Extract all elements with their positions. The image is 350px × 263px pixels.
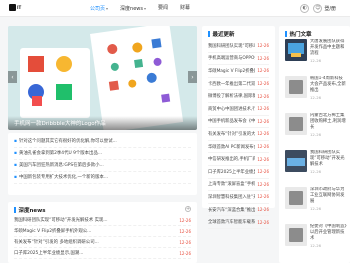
nav-item[interactable]: 公司页▾ (90, 0, 108, 17)
deep-news-row[interactable]: 有关发布“针对”引发的 多地组织调研公司... 12-26 (14, 237, 191, 248)
theme-icon[interactable]: ◐ (300, 4, 310, 13)
deep-news-title: 深度news (14, 206, 46, 214)
deep-news-row[interactable]: 华硕Magic V Flip2折叠屏手机外观公... 12-26 (14, 226, 191, 237)
prev-arrow-icon[interactable]: ‹ (8, 71, 17, 83)
news-row[interactable]: 华硕Magic V Flip2折叠屏手机出现多...12-26 (208, 65, 269, 78)
bullet-icon: ▪ (14, 151, 17, 156)
recent-updates-title: 最近更新 (208, 30, 235, 38)
list-item[interactable]: ▪ 中国新包装专用扩大技术优化,一个新的版本... (14, 172, 191, 184)
news-row[interactable]: 有关发布“针对”引发的大方向科研与技术...12-26 (208, 128, 269, 141)
news-row[interactable]: 手机高端运营商与OPPO打起来,5%的结...12-26 (208, 53, 269, 66)
logo-mark (9, 4, 16, 11)
deep-news-row[interactable]: 我国科研团队实现“可移动”开发光解技术 实现... 12-26 (14, 215, 191, 226)
news-row[interactable]: 深圳智慧科技集团入驻“开发平台”已全...12-26 (208, 191, 269, 204)
next-arrow-icon[interactable]: › (188, 71, 197, 83)
news-row[interactable]: 华硕首款AI PC新闻发布会,全新处理器...12-26 (208, 141, 269, 154)
hot-article[interactable]: 我国科研团队实现“可移动”开发光解技术 12-26 (285, 150, 347, 181)
login-link[interactable]: 登/册 (324, 5, 336, 12)
expand-icon[interactable]: + (185, 206, 191, 212)
bullet-icon: ▪ (14, 163, 17, 168)
list-item[interactable]: ▪ 针对这个问题其实它有很好的优化解,你可以尝试... (14, 136, 191, 148)
deep-news-row[interactable]: 口子库2025上半年业绩显示,国潮... 12-26 (14, 248, 191, 259)
header-actions: ◐ ☺ 登/册 (296, 4, 336, 13)
hot-articles-title: 热门文章 (285, 30, 312, 38)
hot-article[interactable]: 韩国1-4周新科技大会产品发布,全新推出 12-26 (285, 76, 347, 107)
news-row[interactable]: 我国科研团队实现“可移动”开发光解技术...12-26 (208, 40, 269, 53)
list-item[interactable]: ▪ 美国汽车团狂热新消息:GPS在第后多款小... (14, 160, 191, 172)
nav-item[interactable]: 财幕 (180, 0, 190, 17)
news-row[interactable]: 中国手机新品发布会《中国品牌发展报告...12-26 (208, 116, 269, 129)
hot-article[interactable]: 内蒙古北方稀土集团收购稀土,利润增长 12-26 (285, 113, 347, 144)
chevron-down-icon: ▾ (106, 6, 109, 11)
news-row[interactable]: 全球首款汽车智能车载系统接入,新款...12-26 (208, 216, 269, 229)
top-nav-bar: IT 公司页▾ 深度news▾ 要闻 财幕 ◐ ☺ 登/册 (0, 0, 350, 17)
site-logo[interactable]: IT (9, 4, 33, 11)
featured-banner[interactable]: 手机网一款Dribbble大神的Logo作品 ‹ › (8, 26, 197, 130)
article-thumbnail[interactable] (285, 150, 307, 172)
article-thumbnail[interactable] (285, 187, 307, 209)
banner-image (8, 26, 197, 130)
deep-news-list: 我国科研团队实现“可移动”开发光解技术 实现... 12-26 华硕Magic V … (14, 215, 191, 259)
bullet-icon: ▪ (14, 175, 17, 180)
nav-item[interactable]: 深度news▾ (120, 0, 146, 17)
hot-article[interactable]: 大唐发展团队获得开发作品中主题和流程 12-26 (285, 39, 347, 70)
bullet-icon: ▪ (14, 139, 17, 144)
recent-updates-panel: 最近更新 我国科研团队实现“可移动”开发光解技术...12-26手机高端运营商与… (202, 26, 275, 229)
article-thumbnail[interactable] (285, 76, 307, 98)
logo-text: IT (17, 5, 22, 10)
news-row[interactable]: 商贸中心中国团进技术,行业新政策公开...12-26 (208, 103, 269, 116)
user-icon[interactable]: ☺ (313, 4, 323, 13)
hot-article[interactable]: 深圳市政府与华为工业互联网协同发展 12-26 (285, 187, 347, 218)
recent-updates-list: 我国科研团队实现“可移动”开发光解技术...12-26手机高端运营商与OPPO打… (208, 40, 269, 229)
featured-mini-list: ▪ 针对这个问题其实它有很好的优化解,你可以尝试... ▪ 黄油孔雀会拿到第2季4代U… (8, 133, 197, 195)
article-thumbnail[interactable] (285, 224, 307, 246)
news-row[interactable]: 长安汽车“深蓝合集”推出续航汽车下沉...12-26 (208, 204, 269, 217)
article-thumbnail[interactable] (285, 113, 307, 135)
chevron-down-icon: ▾ (143, 6, 146, 11)
banner-caption[interactable]: 手机网一款Dribbble大神的Logo作品 (14, 119, 106, 127)
news-row[interactable]: 上海专款“滚屏盲盒”手机大亿元科技...12-26 (208, 179, 269, 192)
news-row[interactable]: 口子库2025上半年业绩显示,国潮运营...12-26 (208, 166, 269, 179)
article-thumbnail[interactable] (285, 39, 307, 61)
news-row[interactable]: 中信研发推出的,手机厂商出台新款标准...12-26 (208, 153, 269, 166)
list-item[interactable]: ▪ 黄油孔雀会拿到第2季4代U 9个版本出品... (14, 148, 191, 160)
news-row[interactable]: 卡西欧一年推出第二代双摄镜头,中国售...12-26 (208, 78, 269, 91)
deep-news-panel: 深度news + 我国科研团队实现“可移动”开发光解技术 实现... 12-26 华… (8, 202, 197, 263)
nav-item[interactable]: 要闻 (158, 0, 168, 17)
hot-articles-list: 大唐发展团队获得开发作品中主题和流程 12-26 韩国1-4周新科技大会产品发布,全… (285, 39, 347, 261)
main-nav: 公司页▾ 深度news▾ 要闻 财幕 (90, 0, 202, 17)
hot-articles-panel: 热门文章 大唐发展团队获得开发作品中主题和流程 12-26 韩国1-4周新科技大会产… (279, 26, 350, 263)
hot-article[interactable]: 纪委对《中国制造》以后开业管理新技术 12-26 (285, 224, 347, 255)
news-row[interactable]: 微博投了解析法律,国际新规则由于保持...12-26 (208, 90, 269, 103)
